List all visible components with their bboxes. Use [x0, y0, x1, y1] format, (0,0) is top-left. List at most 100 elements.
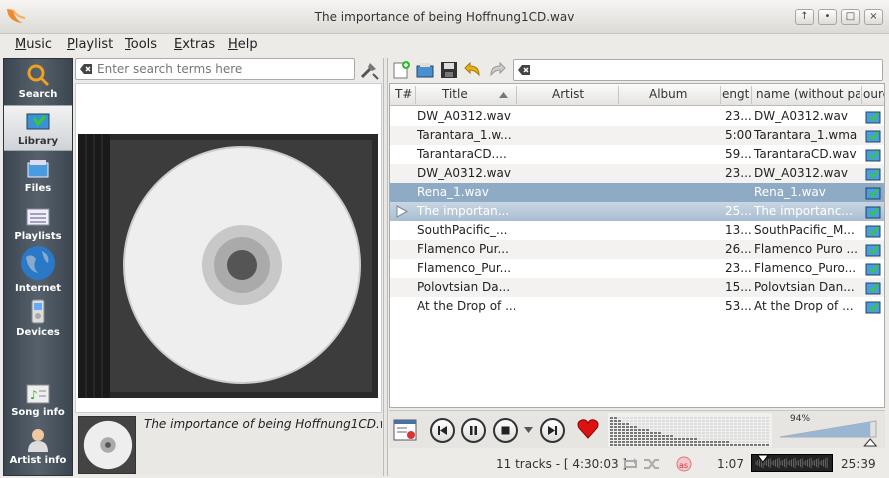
menu-playlist[interactable]: Playlist: [67, 37, 113, 52]
save-playlist-icon[interactable]: [439, 60, 459, 80]
next-track-button[interactable]: [540, 418, 565, 443]
analyzer-bar: [726, 423, 729, 425]
volume-slider[interactable]: [778, 417, 880, 447]
menu-tools[interactable]: Tools: [125, 37, 157, 52]
analyzer-bar: [738, 435, 741, 437]
analyzer-bar: [722, 423, 725, 425]
clear-search-icon[interactable]: [80, 63, 93, 75]
sidebar-item-song-info[interactable]: ♪ Song info: [4, 383, 72, 423]
analyzer-bar: [666, 438, 669, 440]
menu-music[interactable]: Music: [15, 37, 52, 52]
local-file-source-icon: [865, 301, 881, 314]
redo-icon[interactable]: [487, 60, 507, 80]
sort-ascending-icon: [499, 92, 508, 98]
analyzer-bar: [714, 426, 717, 428]
playlist-filter-box[interactable]: [513, 59, 883, 81]
stop-button[interactable]: [493, 418, 518, 443]
now-playing-indicator-icon: [396, 205, 408, 218]
window-shade-button[interactable]: ↑: [795, 9, 814, 25]
sidebar-item-playlists[interactable]: Playlists: [4, 205, 72, 247]
analyzer-bar: [638, 420, 641, 422]
clear-playlist-icon[interactable]: [393, 419, 417, 441]
sidebar-item-files[interactable]: Files: [4, 157, 72, 199]
sidebar-item-search[interactable]: Search: [4, 63, 72, 105]
sidebar-item-artist-info[interactable]: Artist info: [4, 427, 72, 473]
window-minimize-button[interactable]: •: [818, 9, 837, 25]
col-album[interactable]: Album: [649, 87, 709, 101]
col-source[interactable]: ourc: [863, 87, 884, 101]
table-row[interactable]: Rena_1.wav Rena_1.wav: [390, 183, 884, 202]
analyzer-bar: [762, 438, 765, 440]
load-playlist-icon[interactable]: [415, 60, 435, 80]
menu-bar: Music Playlist Tools Extras Help: [0, 34, 889, 56]
pause-button[interactable]: [461, 418, 486, 443]
waveform-bar: [787, 461, 789, 465]
lastfm-scrobble-icon[interactable]: as: [676, 456, 692, 472]
sidebar-label: Library: [17, 136, 59, 147]
analyzer-bar: [658, 432, 661, 434]
analyzer-bar: [618, 438, 621, 440]
sidebar-item-devices[interactable]: Devices: [4, 299, 72, 339]
table-row[interactable]: DW_A0312.wav 23... DW_A0312.wav: [390, 164, 884, 183]
library-search-input[interactable]: [97, 61, 351, 77]
library-config-icon[interactable]: [358, 59, 380, 81]
analyzer-bar: [658, 441, 661, 443]
analyzer-bar: [678, 426, 681, 428]
analyzer-bar: [658, 420, 661, 422]
undo-icon[interactable]: [463, 60, 483, 80]
analyzer-bar: [618, 444, 621, 446]
col-artist[interactable]: Artist: [552, 87, 612, 101]
analyzer-bar: [718, 417, 721, 419]
window-maximize-button[interactable]: □: [841, 9, 860, 25]
love-heart-icon[interactable]: [577, 418, 599, 440]
analyzer-bar: [674, 420, 677, 422]
analyzer-bar: [642, 429, 645, 431]
window-close-button[interactable]: ×: [864, 9, 883, 25]
clear-filter-icon[interactable]: [518, 64, 531, 76]
analyzer-bar: [734, 444, 737, 446]
table-row[interactable]: At the Drop of ... 53... At the Drop of ..…: [390, 297, 884, 316]
seek-bar[interactable]: [751, 454, 833, 472]
col-title[interactable]: Title: [442, 87, 522, 101]
sidebar-label: Playlists: [14, 231, 62, 242]
menu-help[interactable]: Help: [228, 37, 258, 52]
analyzer-bar: [750, 420, 753, 422]
col-filename[interactable]: name (without pa: [756, 87, 860, 101]
analyzer-bar: [702, 432, 705, 434]
spectrum-analyzer[interactable]: [608, 413, 772, 447]
local-file-source-icon: [865, 130, 881, 143]
table-row[interactable]: Tarantara_1.w... 5:00 Tarantara_1.wma: [390, 126, 884, 145]
analyzer-bar: [630, 426, 633, 428]
analyzer-bar: [674, 429, 677, 431]
table-row[interactable]: Polovtsian Da... 15... Polovtsian Dan...: [390, 278, 884, 297]
analyzer-bar: [758, 426, 761, 428]
menu-accel: H: [228, 37, 238, 52]
col-length[interactable]: engt: [722, 87, 749, 101]
table-row[interactable]: SouthPacific_... 13... SouthPacific_M...: [390, 221, 884, 240]
analyzer-bar: [638, 429, 641, 431]
analyzer-bar: [666, 432, 669, 434]
analyzer-bar: [710, 438, 713, 440]
repeat-icon[interactable]: [622, 457, 640, 471]
table-row[interactable]: The importan... 25... The importanc...: [390, 202, 884, 221]
shuffle-icon[interactable]: [643, 457, 661, 471]
analyzer-bar: [738, 441, 741, 443]
sidebar-item-library[interactable]: Library: [4, 105, 72, 151]
volume-handle[interactable]: [863, 438, 878, 447]
analyzer-bar: [766, 444, 769, 446]
sidebar-item-internet[interactable]: Internet: [4, 245, 72, 294]
new-playlist-icon[interactable]: [391, 60, 411, 80]
table-row[interactable]: Flamenco Pur... 26... Flamenco Puro ...: [390, 240, 884, 259]
waveform-bar: [796, 460, 798, 466]
table-row[interactable]: Flamenco_Pur... 23... Flamenco_Puro...: [390, 259, 884, 278]
analyzer-bar: [726, 435, 729, 437]
previous-track-button[interactable]: [430, 418, 455, 443]
menu-extras[interactable]: Extras: [174, 37, 215, 52]
pane-splitter[interactable]: [383, 58, 388, 476]
table-row[interactable]: DW_A0312.wav 23... DW_A0312.wav: [390, 107, 884, 126]
col-track-number[interactable]: T#: [395, 87, 417, 101]
analyzer-bar: [690, 429, 693, 431]
cd-case-icon: [78, 134, 378, 398]
stop-options-chevron-icon[interactable]: [524, 427, 533, 433]
table-row[interactable]: TarantaraCD.... 59... TarantaraCD.wav: [390, 145, 884, 164]
